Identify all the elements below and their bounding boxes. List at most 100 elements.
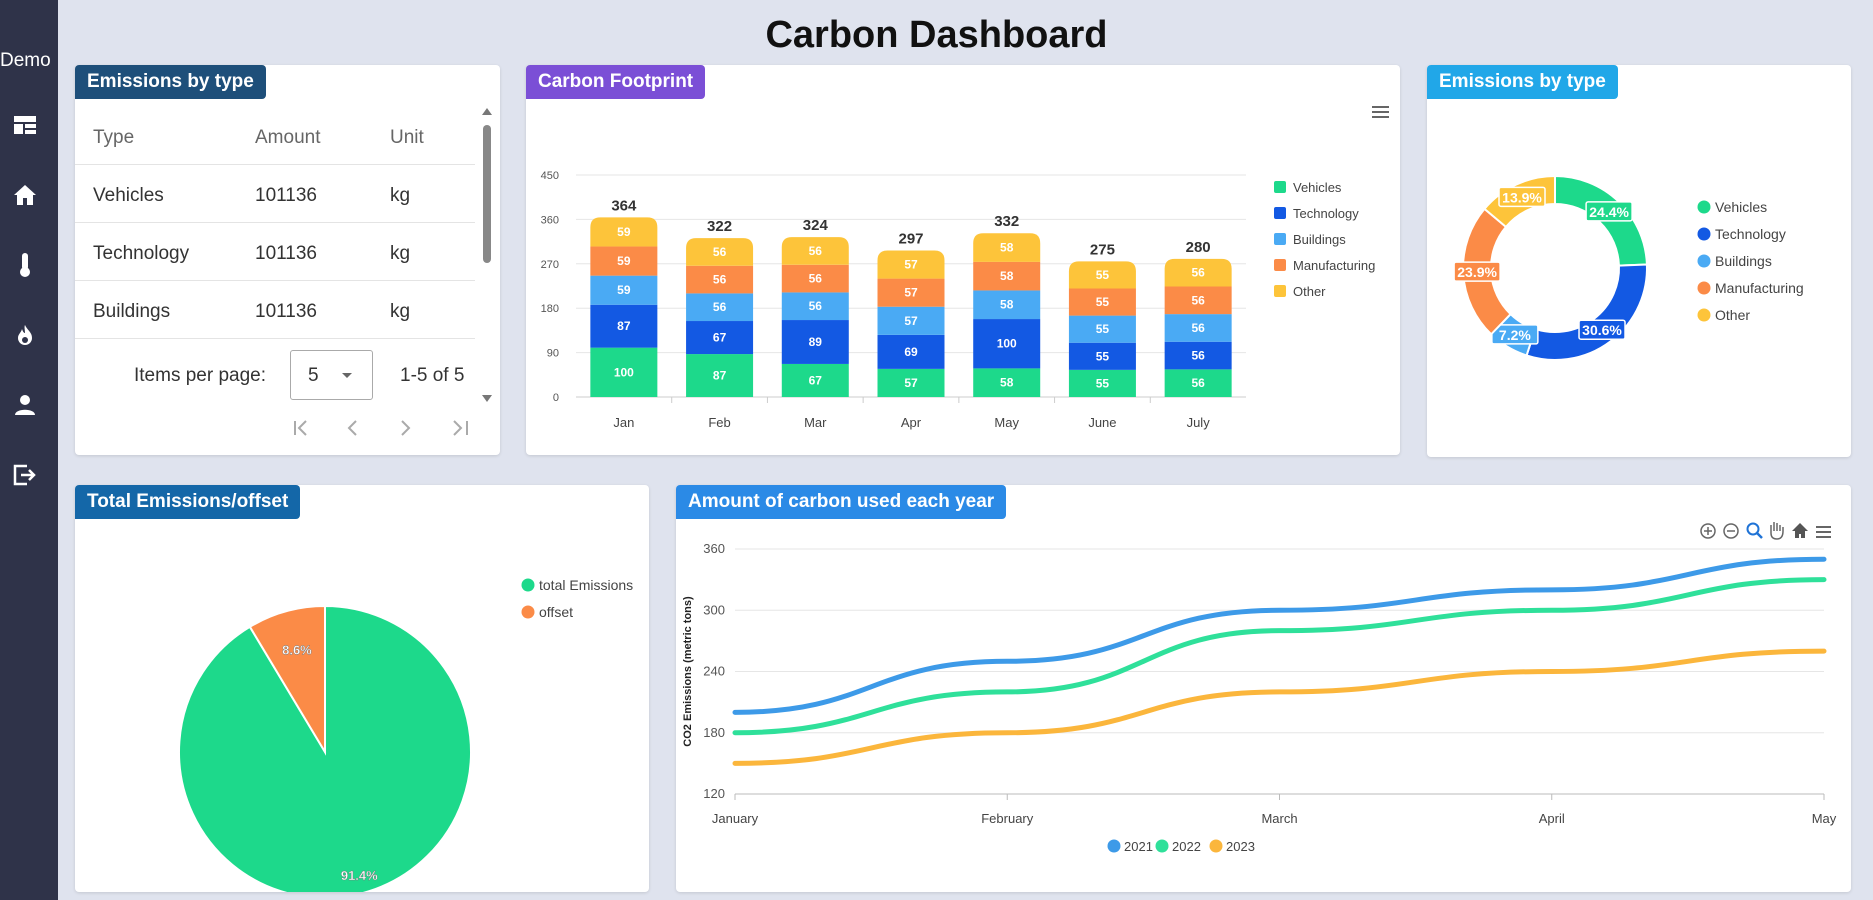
last-page-icon[interactable]	[453, 420, 468, 436]
sidebar-item-user[interactable]	[11, 391, 39, 419]
dashboard-icon	[14, 116, 36, 134]
cell-unit: kg	[390, 243, 411, 264]
legend-swatch	[1274, 285, 1286, 297]
menu-icon-line	[1816, 531, 1831, 533]
chevron-down-icon	[342, 373, 352, 378]
column-header-type[interactable]: Type	[93, 127, 134, 149]
menu-icon-line	[1816, 526, 1831, 528]
legend-swatch	[1697, 281, 1711, 295]
zoom-select-icon[interactable]	[1746, 522, 1763, 539]
zoom-select-icon-ring	[1746, 522, 1760, 536]
bar-data-label: 56	[1191, 293, 1205, 307]
carbon-footprint-card: Carbon Footprint 0 90 180 270 360 450 100 87 59 5…	[526, 65, 1400, 455]
bar-data-label: 57	[904, 258, 918, 272]
column-header-amount[interactable]: Amount	[255, 127, 320, 149]
yearly-carbon-chart: 120 180 240 300 360 CO2 Emissions (metric ton…	[682, 522, 1837, 854]
x-tick-label: May	[994, 415, 1019, 430]
legend-swatch	[1697, 254, 1711, 268]
legend-label: Buildings	[1293, 232, 1346, 247]
home-reset-icon[interactable]	[1792, 523, 1808, 538]
bar-data-label: 55	[1096, 322, 1110, 336]
y-tick-label: 120	[703, 786, 725, 801]
emissions-table-card: Emissions by type Type Amount Unit Vehic…	[75, 65, 500, 455]
bar-data-label: 67	[809, 373, 823, 387]
bar-data-label: 57	[904, 286, 918, 300]
menu-icon-line	[1372, 116, 1389, 118]
emissions-table-title: Emissions by type	[75, 65, 266, 99]
legend-swatch	[1209, 839, 1223, 853]
bar-data-label: 87	[617, 319, 631, 333]
table-row[interactable]: Buildings 101136 kg	[75, 281, 475, 339]
donut-data-label: 23.9%	[1457, 264, 1497, 280]
menu-icon-line	[1372, 106, 1389, 108]
zoom-in-icon[interactable]	[1700, 523, 1716, 539]
bar-data-label: 56	[809, 299, 823, 313]
table-row[interactable]: Technology 101136 kg	[75, 223, 475, 281]
table-row[interactable]: Vehicles 101136 kg	[75, 165, 475, 223]
bar-data-label: 58	[1000, 376, 1014, 390]
sidebar-item-logout[interactable]	[11, 461, 39, 489]
thermometer-icon	[20, 253, 30, 277]
scrollbar-thumb[interactable]	[483, 125, 491, 263]
bar-data-label: 56	[713, 300, 727, 314]
legend-label: Vehicles	[1293, 180, 1342, 195]
scroll-up-icon[interactable]	[482, 108, 492, 115]
sidebar-item-fire[interactable]	[11, 321, 39, 349]
previous-page-icon[interactable]	[347, 420, 357, 436]
items-per-page-select[interactable]: 5	[290, 350, 373, 400]
x-tick-label: Mar	[804, 415, 827, 430]
legend-swatch	[1155, 839, 1169, 853]
cell-amount: 101136	[255, 243, 317, 264]
zoom-out-icon[interactable]	[1723, 523, 1739, 539]
column-header-unit[interactable]: Unit	[390, 127, 424, 149]
cell-unit: kg	[390, 185, 411, 206]
bar-data-label: 69	[904, 345, 918, 359]
y-tick-label: 90	[547, 348, 559, 360]
menu-icon[interactable]	[1816, 526, 1831, 538]
table-scrollbar[interactable]	[479, 103, 495, 409]
legend-label: Other	[1715, 307, 1750, 323]
bar-data-label: 57	[904, 376, 918, 390]
x-tick-label: January	[712, 811, 759, 826]
donut-data-label: 13.9%	[1502, 189, 1542, 205]
menu-icon[interactable]	[1372, 106, 1389, 118]
bar-data-label: 58	[1000, 241, 1014, 255]
total-emissions-card: Total Emissions/offset 91.4% 8.6% total Em…	[75, 485, 649, 892]
bar-data-label: 55	[1096, 295, 1110, 309]
scroll-down-icon[interactable]	[482, 395, 492, 402]
bar-data-label: 89	[809, 335, 823, 349]
pan-icon[interactable]	[1770, 522, 1784, 540]
yearly-carbon-card: Amount of carbon used each year 120 180 24…	[676, 485, 1851, 892]
bar-data-label: 59	[617, 254, 631, 268]
pie-data-label: 91.4%	[341, 868, 378, 883]
sidebar-item-home[interactable]	[11, 181, 39, 209]
legend-swatch	[1274, 207, 1286, 219]
menu-icon-line	[1816, 536, 1831, 538]
legend-swatch	[1274, 259, 1286, 271]
cell-amount: 101136	[255, 301, 317, 322]
bar-data-label: 100	[997, 337, 1017, 351]
legend-label: Manufacturing	[1715, 280, 1804, 296]
legend-label: 2021	[1124, 839, 1153, 854]
bar-data-label: 58	[1000, 269, 1014, 283]
cell-amount: 101136	[255, 185, 317, 206]
first-page-icon[interactable]	[294, 420, 307, 436]
legend-swatch	[1107, 839, 1121, 853]
sidebar-item-dashboard[interactable]	[11, 111, 39, 139]
bar-data-label: 87	[713, 369, 727, 383]
legend-label: Other	[1293, 284, 1326, 299]
bar-data-label: 56	[1191, 376, 1205, 390]
bar-data-label: 56	[1191, 349, 1205, 363]
page-title: Carbon Dashboard	[765, 14, 1108, 56]
table-header: Type Amount Unit	[75, 107, 475, 165]
donut-data-label: 24.4%	[1589, 204, 1629, 220]
y-tick-label: 180	[541, 303, 559, 315]
carbon-footprint-chart: 0 90 180 270 360 450 100 87 59 59 59 364 Jan 87 67 56 56…	[541, 106, 1389, 430]
sidebar-item-temperature[interactable]	[11, 251, 39, 279]
next-page-icon[interactable]	[401, 420, 411, 436]
user-icon	[15, 395, 35, 415]
bar-data-label: 100	[614, 365, 634, 379]
cell-type: Buildings	[93, 301, 171, 322]
pagination-range: 1-5 of 5	[400, 365, 465, 386]
x-tick-label: May	[1812, 811, 1837, 826]
